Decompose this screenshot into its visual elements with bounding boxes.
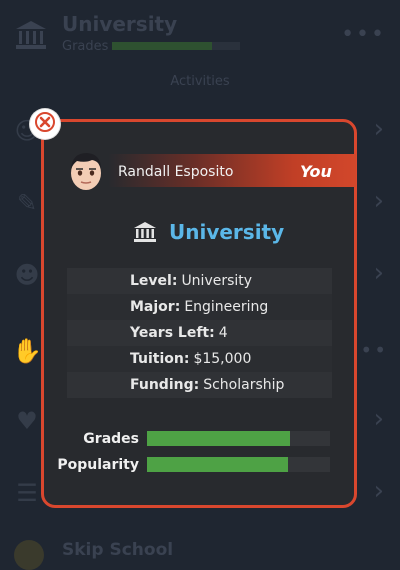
- you-label: You: [300, 162, 332, 181]
- info-key: Years Left:: [130, 325, 215, 341]
- chevron-right-icon: ›: [373, 476, 384, 506]
- section-label: Activities: [170, 74, 230, 89]
- pencil-icon: ✎: [16, 189, 38, 217]
- grades-bar-fill: [147, 431, 290, 446]
- chevron-right-icon: ›: [373, 404, 384, 434]
- background-subtitle: Grades: [62, 39, 109, 54]
- avatar-icon: [66, 149, 106, 193]
- info-value: University: [181, 273, 253, 289]
- info-key: Funding:: [130, 377, 200, 393]
- skip-school-label[interactable]: Skip School: [62, 540, 173, 560]
- info-value: $15,000: [193, 351, 252, 367]
- info-value: Engineering: [184, 299, 269, 315]
- chevron-right-icon: ›: [373, 186, 384, 216]
- info-row-level: Level: University: [67, 268, 332, 294]
- university-icon: [133, 221, 157, 243]
- skip-icon: [14, 540, 44, 570]
- popularity-bar-fill: [147, 457, 288, 472]
- info-row-funding: Funding: Scholarship: [67, 372, 332, 398]
- info-table: Level: University Major: Engineering Yea…: [67, 268, 332, 398]
- modal-title: University: [169, 220, 285, 244]
- info-value: 4: [218, 325, 228, 341]
- info-row-major: Major: Engineering: [67, 294, 332, 320]
- hand-icon: ✋: [12, 337, 42, 365]
- grades-label: Grades: [83, 431, 139, 447]
- info-row-tuition: Tuition: $15,000: [67, 346, 332, 372]
- faces-icon: ☻: [14, 261, 40, 289]
- grades-bar: [147, 431, 330, 446]
- close-button[interactable]: [30, 109, 60, 139]
- university-icon: [14, 18, 48, 52]
- background-title: University: [62, 12, 178, 36]
- background-progress-fill: [112, 42, 212, 50]
- info-key: Major:: [130, 299, 181, 315]
- list-icon: ☰: [16, 479, 38, 507]
- info-row-years-left: Years Left: 4: [67, 320, 332, 346]
- popularity-label: Popularity: [57, 457, 139, 473]
- chevron-right-icon: ›: [373, 114, 384, 144]
- chevron-right-icon: ›: [373, 258, 384, 288]
- close-icon: [35, 112, 55, 136]
- info-value: Scholarship: [203, 377, 285, 393]
- popularity-bar: [147, 457, 330, 472]
- heart-icon: ♥: [16, 407, 38, 435]
- info-key: Level:: [130, 273, 178, 289]
- user-name: Randall Esposito: [118, 164, 234, 180]
- info-key: Tuition:: [130, 351, 190, 367]
- background-progress: [112, 42, 240, 50]
- more-icon[interactable]: •••: [341, 22, 386, 47]
